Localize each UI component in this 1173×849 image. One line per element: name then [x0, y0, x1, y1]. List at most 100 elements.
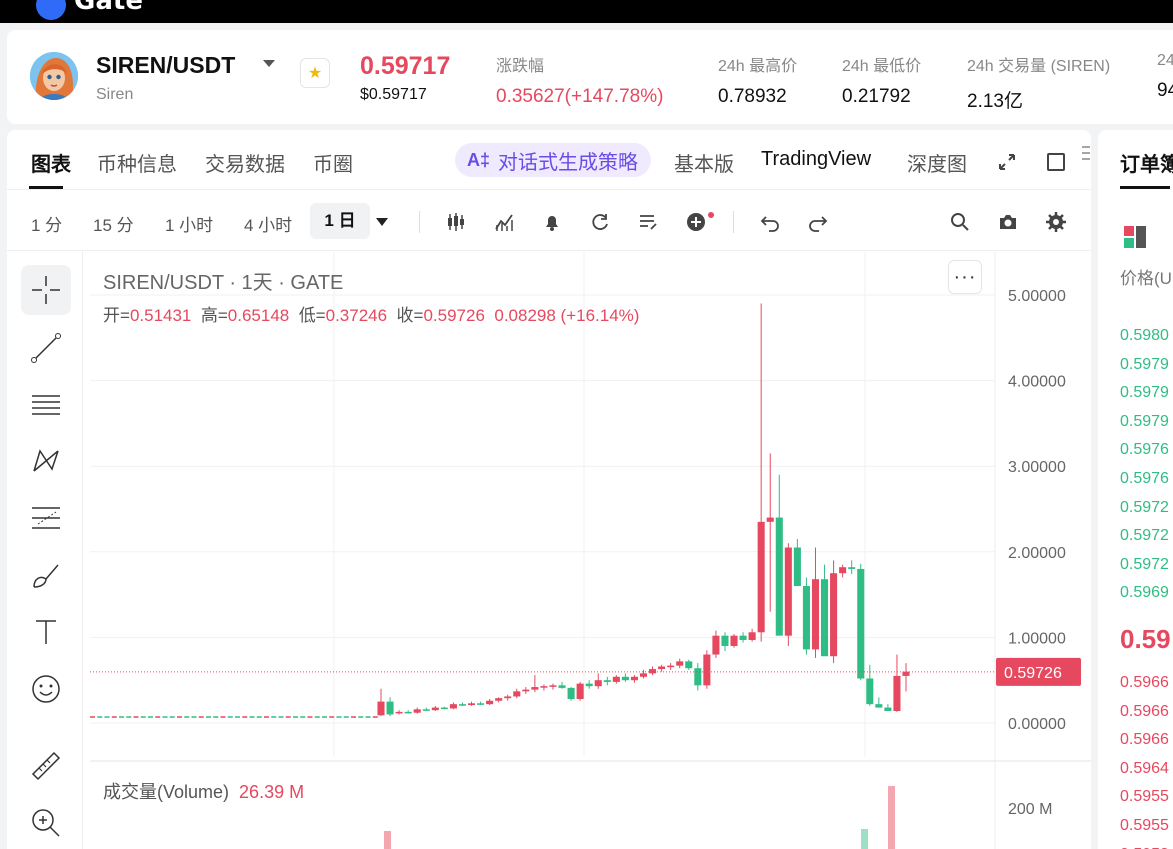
candle-body	[811, 579, 820, 650]
indicators-icon[interactable]	[493, 211, 515, 233]
candle-body	[404, 711, 412, 714]
tab-basic-view[interactable]: 基本版	[674, 148, 734, 177]
orderbook-ask-row[interactable]: 0.5980	[1120, 327, 1169, 345]
candle-body	[821, 579, 829, 657]
toolbar-divider	[419, 211, 420, 233]
panel-menu-icon[interactable]	[1081, 144, 1091, 164]
price-chart[interactable]: 5.00000 4.00000 3.00000 2.00000 1.00000 0.000…	[90, 252, 1091, 849]
redo-icon[interactable]	[807, 211, 829, 233]
candle-type-icon[interactable]	[445, 211, 467, 233]
orderbook-bid-row[interactable]: 0.5964	[1120, 760, 1169, 778]
pattern-tool[interactable]	[21, 436, 71, 486]
zoom-tool[interactable]	[21, 798, 71, 848]
text-icon	[36, 620, 56, 644]
fullscreen-icon[interactable]	[997, 152, 1017, 172]
tab-coin-circle[interactable]: 币圈	[313, 148, 353, 177]
crosshair-tool[interactable]	[21, 265, 71, 315]
replay-icon[interactable]	[589, 211, 611, 233]
fib-tool[interactable]	[21, 380, 71, 430]
favorite-star-icon[interactable]: ★	[300, 58, 330, 88]
candle-body	[540, 686, 548, 688]
gate-logo-mark[interactable]	[36, 0, 66, 20]
orderbook-bid-row[interactable]: 0.5966	[1120, 703, 1169, 721]
text-tool[interactable]	[21, 607, 71, 657]
close-value: 0.59726	[423, 306, 485, 325]
volume-bar	[888, 786, 895, 849]
orderbook-bid-row[interactable]: 0.5955	[1120, 788, 1169, 806]
trendline-tool[interactable]	[21, 323, 71, 373]
candle-body	[486, 700, 494, 705]
emoji-tool[interactable]	[21, 664, 71, 714]
candle-body	[621, 676, 629, 681]
pattern-icon	[33, 449, 59, 472]
top-nav-bar: Gate	[0, 0, 1173, 23]
candle-body	[477, 703, 485, 705]
orderbook-ask-row[interactable]: 0.5976	[1120, 441, 1169, 459]
brush-icon	[33, 564, 59, 588]
brush-tool[interactable]	[21, 550, 71, 600]
candle-body	[721, 635, 729, 646]
ai-sparkle-icon: A‡	[467, 149, 491, 170]
gate-logo-text[interactable]: Gate	[74, 0, 143, 16]
candle-body	[694, 668, 702, 686]
add-indicator-icon[interactable]	[685, 211, 715, 233]
pair-name[interactable]: SIREN/USDT	[96, 52, 235, 79]
orderbook-bid-row[interactable]: 0.5966	[1120, 674, 1169, 692]
tab-chart[interactable]: 图表	[31, 148, 71, 177]
orderbook-bid-row[interactable]: 0.5966	[1120, 731, 1169, 749]
candle-body	[658, 666, 666, 670]
search-icon[interactable]	[949, 211, 971, 233]
forecast-tool[interactable]	[21, 493, 71, 543]
orderbook-ask-row[interactable]: 0.5979	[1120, 356, 1169, 374]
window-icon[interactable]	[1046, 152, 1066, 172]
alert-bell-icon[interactable]	[541, 211, 563, 233]
chart-title: SIREN/USDT · 1天 · GATE	[103, 272, 344, 294]
orderbook-ask-row[interactable]: 0.5972	[1120, 556, 1169, 574]
candle-body	[748, 632, 756, 640]
candle-body	[603, 680, 611, 682]
orderbook-bid-row[interactable]: 0.5953	[1120, 846, 1169, 849]
candle-body	[830, 573, 838, 657]
orderbook-title[interactable]: 订单簿	[1120, 148, 1173, 177]
tab-coin-info[interactable]: 币种信息	[97, 148, 177, 177]
gear-icon[interactable]	[1045, 211, 1067, 233]
templates-icon[interactable]	[637, 211, 659, 233]
undo-icon[interactable]	[759, 211, 781, 233]
orderbook-ask-row[interactable]: 0.5972	[1120, 527, 1169, 545]
camera-icon[interactable]	[997, 211, 1019, 233]
orderbook-layout-icon[interactable]	[1124, 226, 1148, 250]
chart-more-button[interactable]: ···	[948, 260, 982, 294]
candle-body	[467, 703, 476, 706]
stat-label: 24h 交易量 (SIREN)	[967, 58, 1111, 75]
ai-strategy-button[interactable]: A‡ 对话式生成策略	[455, 143, 651, 177]
tab-tradingview[interactable]: TradingView	[761, 148, 871, 171]
volume-label: 成交量(Volume)	[103, 782, 230, 802]
volume-bar	[384, 831, 391, 849]
timeframe-dropdown-chevron-icon[interactable]	[376, 218, 388, 226]
candle-body	[649, 669, 657, 674]
candle-body	[458, 704, 466, 706]
timeframe-1h[interactable]: 1 小时	[165, 211, 213, 236]
tab-depth-chart[interactable]: 深度图	[907, 148, 967, 177]
tab-trade-data[interactable]: 交易数据	[205, 148, 285, 177]
stat-24h-high: 24h 最高价 0.78932	[718, 52, 797, 108]
orderbook-bid-row[interactable]: 0.5955	[1120, 817, 1169, 835]
orderbook-ask-row[interactable]: 0.5972	[1120, 499, 1169, 517]
orderbook-ask-row[interactable]: 0.5976	[1120, 470, 1169, 488]
timeframe-1m[interactable]: 1 分	[31, 211, 62, 236]
ruler-tool[interactable]	[21, 741, 71, 791]
candle-body	[531, 687, 539, 690]
low-label: 低=	[298, 306, 326, 325]
orderbook-ask-row[interactable]: 0.5969	[1120, 584, 1169, 602]
timeframe-4h[interactable]: 4 小时	[244, 211, 292, 236]
candle-body	[739, 635, 747, 640]
open-value: 0.51431	[129, 306, 192, 325]
orderbook-ask-row[interactable]: 0.5979	[1120, 384, 1169, 402]
candlestick-chart-svg[interactable]: 5.00000 4.00000 3.00000 2.00000 1.00000 0.000…	[90, 252, 1091, 849]
candle-body	[449, 704, 457, 709]
ticker-header: SIREN/USDT Siren ★ 0.59717 $0.59717 涨跌幅 …	[7, 30, 1173, 124]
timeframe-15m[interactable]: 15 分	[93, 211, 134, 236]
timeframe-1d[interactable]: 1 日	[310, 203, 370, 239]
orderbook-ask-row[interactable]: 0.5979	[1120, 413, 1169, 431]
pair-dropdown-chevron-icon[interactable]	[263, 60, 275, 67]
